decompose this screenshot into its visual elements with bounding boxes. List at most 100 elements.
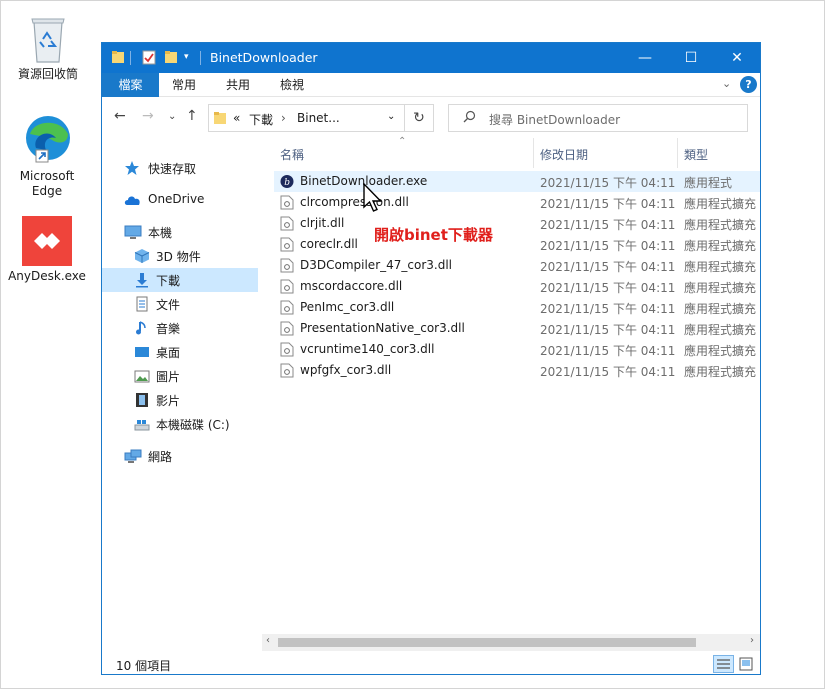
item-count: 10 個項目 [116, 659, 172, 673]
dll-file-icon [280, 300, 294, 315]
cube-icon [134, 248, 150, 264]
app-icon: b [280, 174, 294, 189]
sidebar-item-downloads[interactable]: 下載 [102, 268, 258, 292]
recycle-bin-label: 資源回收筒 [17, 67, 78, 81]
refresh-button[interactable]: ↻ [405, 104, 434, 132]
up-arrow-icon[interactable]: ↑ [186, 108, 198, 124]
file-date: 2021/11/15 下午 04:11 [540, 218, 676, 232]
column-divider[interactable] [677, 138, 678, 168]
file-name: vcruntime140_cor3.dll [300, 342, 435, 356]
sidebar-item-network[interactable]: 網路 [102, 444, 258, 468]
file-type: 應用程式擴充 [684, 260, 757, 274]
sidebar-item-local-disk[interactable]: 本機磁碟 (C:) [102, 412, 258, 436]
scroll-thumb[interactable] [278, 638, 696, 647]
column-header-name[interactable]: 名稱 [280, 146, 304, 163]
desktop-recycle-bin[interactable]: 資源回收筒 [8, 14, 88, 82]
search-placeholder: 搜尋 BinetDownloader [489, 113, 621, 127]
desktop-anydesk[interactable]: AnyDesk.exe [7, 216, 87, 284]
file-type: 應用程式 [684, 176, 733, 190]
maximize-button[interactable]: ☐ [668, 43, 714, 73]
help-icon[interactable]: ? [740, 76, 757, 93]
large-icons-view-icon[interactable] [738, 656, 754, 674]
scroll-right-icon[interactable]: › [750, 635, 754, 646]
close-button[interactable]: ✕ [714, 43, 760, 73]
cloud-icon [124, 192, 140, 208]
column-divider[interactable] [533, 138, 534, 168]
sidebar-item-documents[interactable]: 文件 [102, 292, 258, 316]
sort-ascending-icon: ⌃ [398, 136, 407, 147]
address-bar[interactable]: « 下載 › Binet... ⌄ [208, 104, 405, 132]
file-row[interactable]: b BinetDownloader.exe 2021/11/15 下午 04:11 應… [274, 171, 760, 192]
sidebar-item-music[interactable]: 音樂 [102, 316, 258, 340]
dll-file-icon [280, 258, 294, 273]
ribbon-expand-icon[interactable]: ⌄ [722, 77, 731, 90]
star-icon [124, 160, 140, 176]
file-type: 應用程式擴充 [684, 218, 757, 232]
status-bar: 10 個項目 [102, 653, 760, 674]
file-row[interactable]: PenImc_cor3.dll 2021/11/15 下午 04:11 應用程式擴充 [274, 297, 760, 318]
sidebar-item-videos[interactable]: 影片 [102, 388, 258, 412]
sidebar-item-pictures[interactable]: 圖片 [102, 364, 258, 388]
computer-icon [124, 224, 142, 240]
file-row[interactable]: wpfgfx_cor3.dll 2021/11/15 下午 04:11 應用程式擴充 [274, 360, 760, 381]
edge-icon [22, 114, 72, 166]
explorer-window: ▾ BinetDownloader — ☐ ✕ 檔案 常用 共用 檢視 ⌄ ? … [101, 42, 761, 675]
file-row[interactable]: vcruntime140_cor3.dll 2021/11/15 下午 04:11… [274, 339, 760, 360]
scroll-left-icon[interactable]: ‹ [266, 635, 270, 646]
sidebar-label: 本機 [148, 226, 173, 240]
recycle-bin-icon [28, 14, 68, 64]
file-row[interactable]: PresentationNative_cor3.dll 2021/11/15 下午… [274, 318, 760, 339]
dll-file-icon [280, 195, 294, 210]
customize-toolbar-icon[interactable]: ▾ [184, 52, 189, 62]
refresh-icon: ↻ [413, 110, 425, 126]
file-row[interactable]: mscordaccore.dll 2021/11/15 下午 04:11 應用程式擴… [274, 276, 760, 297]
file-date: 2021/11/15 下午 04:11 [540, 302, 676, 316]
file-date: 2021/11/15 下午 04:11 [540, 281, 676, 295]
forward-arrow-icon[interactable]: → [142, 108, 154, 124]
navigation-bar: ← → ⌄ ↑ « 下載 › Binet... ⌄ ↻ 搜尋 BinetDown… [102, 98, 760, 138]
dll-file-icon [280, 216, 294, 231]
tab-home[interactable]: 常用 [162, 73, 206, 97]
breadcrumb-separator-icon: › [281, 111, 286, 125]
divider [200, 51, 201, 65]
column-header-type[interactable]: 類型 [684, 146, 708, 163]
file-row[interactable]: clrjit.dll 2021/11/15 下午 04:11 應用程式擴充 [274, 213, 760, 234]
file-date: 2021/11/15 下午 04:11 [540, 260, 676, 274]
breadcrumb-downloads[interactable]: 下載 [249, 111, 273, 128]
tab-file[interactable]: 檔案 [102, 73, 159, 97]
file-type: 應用程式擴充 [684, 365, 757, 379]
breadcrumb-current[interactable]: Binet... [297, 111, 340, 125]
file-name: clrcompression.dll [300, 195, 409, 209]
horizontal-scrollbar[interactable]: ‹ › [262, 634, 760, 651]
search-box[interactable]: 搜尋 BinetDownloader [448, 104, 748, 132]
sidebar-item-desktop[interactable]: 桌面 [102, 340, 258, 364]
sidebar-label: 影片 [156, 394, 181, 408]
sidebar-label: 本機磁碟 (C:) [156, 418, 230, 432]
desktop-edge[interactable]: Microsoft Edge [7, 114, 87, 199]
file-row[interactable]: D3DCompiler_47_cor3.dll 2021/11/15 下午 04:… [274, 255, 760, 276]
title-bar[interactable]: ▾ BinetDownloader — ☐ ✕ [102, 43, 760, 73]
new-folder-icon[interactable] [164, 49, 178, 68]
sidebar-label: 網路 [148, 450, 173, 464]
breadcrumb-overflow[interactable]: « [233, 111, 240, 125]
sidebar-item-3d-objects[interactable]: 3D 物件 [102, 244, 258, 268]
mouse-cursor-icon [363, 182, 385, 218]
back-arrow-icon[interactable]: ← [114, 108, 126, 124]
details-view-icon[interactable] [713, 655, 734, 673]
minimize-button[interactable]: — [622, 43, 668, 73]
recent-locations-icon[interactable]: ⌄ [168, 111, 176, 122]
sidebar-item-quick-access[interactable]: 快速存取 [102, 156, 258, 180]
tab-view[interactable]: 檢視 [270, 73, 314, 97]
file-type: 應用程式擴充 [684, 302, 757, 316]
address-dropdown-icon[interactable]: ⌄ [387, 111, 395, 122]
folder-icon [213, 110, 227, 129]
sidebar-item-this-pc[interactable]: 本機 [102, 220, 258, 244]
properties-icon[interactable] [142, 49, 156, 68]
sidebar-item-onedrive[interactable]: OneDrive [102, 188, 258, 212]
file-row[interactable]: coreclr.dll 2021/11/15 下午 04:11 應用程式擴充 [274, 234, 760, 255]
column-header-date[interactable]: 修改日期 [540, 146, 588, 163]
file-date: 2021/11/15 下午 04:11 [540, 239, 676, 253]
tab-share[interactable]: 共用 [216, 73, 260, 97]
file-row[interactable]: clrcompression.dll 2021/11/15 下午 04:11 應用程… [274, 192, 760, 213]
sidebar-label: 快速存取 [148, 162, 197, 176]
